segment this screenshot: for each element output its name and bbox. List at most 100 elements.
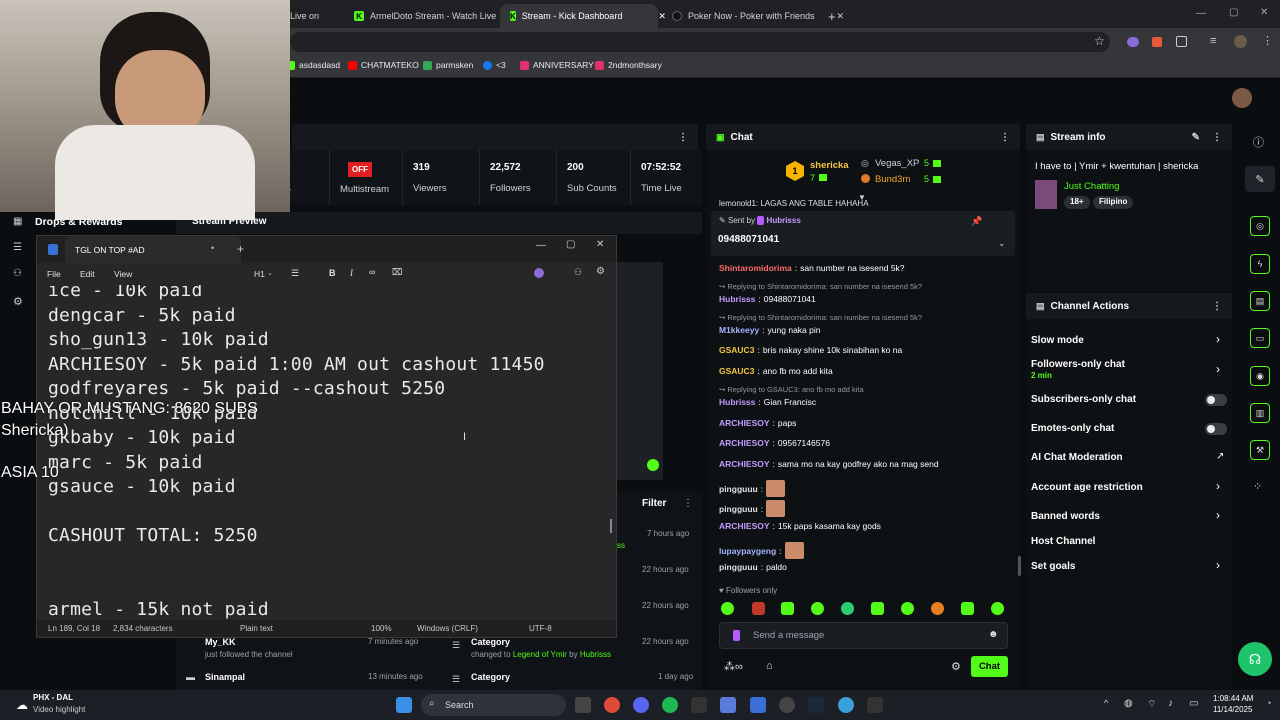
more-options-icon[interactable]: ⋮ xyxy=(678,132,688,143)
category-link[interactable]: Just Chatting xyxy=(1064,181,1119,192)
clear-format-icon[interactable]: ⌧ xyxy=(392,267,402,278)
steam-icon[interactable] xyxy=(808,697,824,713)
stream-preview-video[interactable] xyxy=(617,262,663,480)
weather-location[interactable]: PHX - DAL xyxy=(33,693,73,702)
italic-icon[interactable]: I xyxy=(350,268,353,278)
link-icon[interactable]: ∞ xyxy=(369,267,375,277)
chevron-right-icon[interactable]: › xyxy=(1216,362,1220,376)
chat-input[interactable]: Send a message ☻ xyxy=(719,622,1008,649)
emote-icon[interactable] xyxy=(752,602,765,615)
chat-username[interactable]: Hubrisss xyxy=(719,397,755,407)
new-tab-button[interactable]: + xyxy=(818,4,846,28)
network-icon[interactable]: ⌔ xyxy=(1147,698,1156,711)
bookmark-item[interactable]: asdasdasd xyxy=(286,60,340,70)
battery-icon[interactable]: ▭ xyxy=(1189,698,1198,709)
chat-username[interactable]: pingguuu xyxy=(719,504,758,514)
app-icon[interactable] xyxy=(779,697,795,713)
broadcast-icon[interactable]: ◉ xyxy=(1250,366,1270,386)
windows-start-icon[interactable] xyxy=(396,697,412,713)
menu-file[interactable]: File xyxy=(47,269,61,279)
more-options-icon[interactable]: ⋮ xyxy=(1212,132,1222,143)
chat-message[interactable]: GSAUC3: bris nakay shine 10k sinabihan ko… xyxy=(719,345,902,355)
chat-message[interactable]: M1kkeeyy: yung naka pin xyxy=(719,325,820,335)
chat-settings-gear-icon[interactable]: ⚙ xyxy=(951,660,961,673)
sidebar-icon[interactable]: ☰ xyxy=(13,242,22,253)
chat-message[interactable]: Shintaromidorima: san number na isesend 5… xyxy=(719,263,905,273)
bookmark-star-icon[interactable]: ☆ xyxy=(1094,34,1105,48)
chevron-right-icon[interactable]: › xyxy=(1216,558,1220,572)
emote-icon[interactable] xyxy=(931,602,944,615)
taskbar-date[interactable]: 11/14/2025 xyxy=(1213,705,1252,714)
notepad-text-area[interactable]: ice - 10k paid dengcar - 5k paid sho_gun13… xyxy=(37,285,616,622)
unsaved-dot-icon[interactable]: • xyxy=(211,243,214,253)
action-set-goals[interactable]: Set goals xyxy=(1031,561,1075,572)
action-ai-moderation[interactable]: AI Chat Moderation xyxy=(1031,452,1123,463)
chat-username[interactable]: lupaypaygeng xyxy=(719,546,776,556)
action-followers-only[interactable]: Followers-only chat xyxy=(1031,359,1125,370)
leader-name[interactable]: Vegas_XP xyxy=(875,158,919,169)
chevron-right-icon[interactable]: › xyxy=(1216,508,1220,522)
chat-message[interactable]: pingguuu: xyxy=(719,480,786,497)
emote-icon[interactable] xyxy=(961,602,974,615)
browser-menu-icon[interactable]: ⋮ xyxy=(1262,34,1273,47)
user-link[interactable]: Hubrisss xyxy=(580,650,611,659)
chevron-right-icon[interactable]: › xyxy=(1216,332,1220,346)
address-input[interactable] xyxy=(290,32,1110,52)
bold-icon[interactable]: B xyxy=(329,268,336,278)
store-icon[interactable]: ⌂ xyxy=(766,660,773,672)
chevron-right-icon[interactable]: › xyxy=(1216,479,1220,493)
chat-username[interactable]: GSAUC3 xyxy=(719,366,754,376)
bookmark-item[interactable]: parmsken xyxy=(423,60,473,70)
action-host-channel[interactable]: Host Channel xyxy=(1031,536,1095,547)
chat-message[interactable]: lupaypaygeng: xyxy=(719,542,804,559)
weather-icon[interactable]: ☁ xyxy=(16,698,28,712)
taskbar-search[interactable]: ⌕ Search xyxy=(421,694,566,716)
menu-view[interactable]: View xyxy=(114,269,132,279)
close-window-icon[interactable]: ✕ xyxy=(1260,7,1268,18)
chat-username[interactable]: ARCHIESOY xyxy=(719,521,770,531)
notification-bell-icon[interactable]: ◔ xyxy=(1266,698,1271,708)
edit-pencil-icon[interactable]: ✎ xyxy=(1245,166,1275,192)
external-link-icon[interactable]: ↗ xyxy=(1216,451,1224,462)
lightning-icon[interactable]: ϟ xyxy=(1250,254,1270,274)
chat-message[interactable]: ARCHIESOY: paps xyxy=(719,418,796,428)
encoding[interactable]: UTF-8 xyxy=(529,624,552,633)
edge-icon[interactable] xyxy=(838,697,854,713)
leader-name[interactable]: shericka xyxy=(810,160,849,171)
wrench-icon[interactable]: ⚒ xyxy=(1250,440,1270,460)
chat-scrollbar[interactable] xyxy=(1018,556,1021,576)
action-slow-mode[interactable]: Slow mode xyxy=(1031,335,1084,346)
list-icon[interactable]: ☰ xyxy=(291,268,299,279)
emotes-only-toggle[interactable] xyxy=(1205,423,1227,435)
emote-icon[interactable] xyxy=(991,602,1004,615)
action-account-age[interactable]: Account age restriction xyxy=(1031,482,1143,493)
chrome-icon[interactable] xyxy=(604,697,620,713)
category-thumbnail[interactable] xyxy=(1035,180,1057,209)
extension-icon[interactable] xyxy=(1127,37,1139,47)
maximize-window-icon[interactable]: ▢ xyxy=(566,239,575,250)
apps-icon[interactable]: ⁘ xyxy=(1253,480,1262,493)
copilot-icon[interactable] xyxy=(534,268,544,278)
format-label[interactable]: Plain text xyxy=(240,624,273,633)
emote-icon[interactable] xyxy=(841,602,854,615)
emote-icon[interactable] xyxy=(901,602,914,615)
chat-username[interactable]: ARCHIESOY xyxy=(719,459,770,469)
minimize-window-icon[interactable]: — xyxy=(1196,8,1206,19)
bookmark-item[interactable]: CHATMATEKO xyxy=(348,60,419,70)
send-chat-button[interactable]: Chat xyxy=(971,656,1008,677)
activity-user[interactable]: My_KK xyxy=(205,637,236,647)
info-icon[interactable]: ⓘ xyxy=(1253,134,1264,150)
taskbar-time[interactable]: 1:08:44 AM xyxy=(1213,694,1253,703)
chat-username[interactable]: ARCHIESOY xyxy=(719,438,770,448)
activity-user[interactable]: Sinampal xyxy=(205,672,245,682)
tray-expand-icon[interactable]: ^ xyxy=(1104,698,1108,708)
app-icon[interactable] xyxy=(867,697,883,713)
widget-icon[interactable]: ◎ xyxy=(1250,216,1270,236)
stat-multistream[interactable]: OFF Multistream xyxy=(329,150,402,205)
more-options-icon[interactable]: ⋮ xyxy=(1000,132,1010,143)
emote-icon[interactable] xyxy=(871,602,884,615)
menu-edit[interactable]: Edit xyxy=(80,269,95,279)
subscribers-only-toggle[interactable] xyxy=(1205,394,1227,406)
chevron-down-icon[interactable]: ⌄ xyxy=(267,269,273,277)
bookmark-item[interactable]: <3 xyxy=(483,60,506,70)
